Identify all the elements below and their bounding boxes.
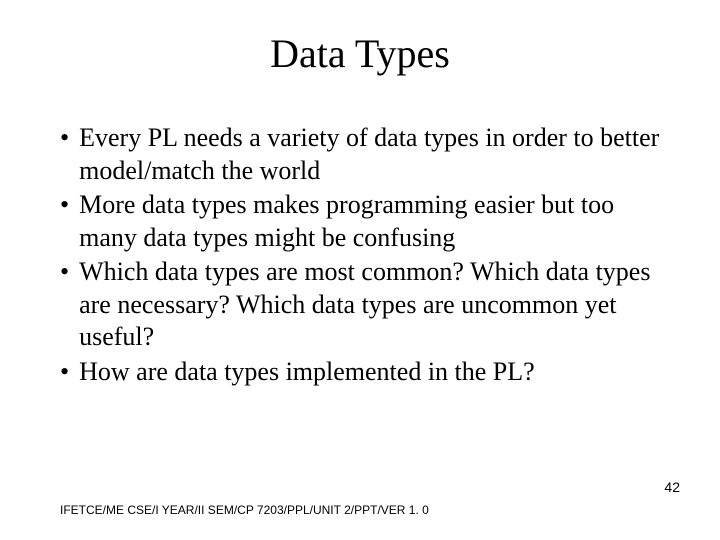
bullet-text: Which data types are most common? Which … xyxy=(79,256,660,354)
list-item: • More data types makes programming easi… xyxy=(60,189,660,254)
list-item: • How are data types implemented in the … xyxy=(60,356,660,389)
bullet-marker-icon: • xyxy=(60,189,79,254)
slide: Data Types • Every PL needs a variety of… xyxy=(0,0,720,540)
slide-title: Data Types xyxy=(60,30,660,77)
bullet-text: Every PL needs a variety of data types i… xyxy=(79,122,660,187)
bullet-marker-icon: • xyxy=(60,122,79,187)
list-item: • Every PL needs a variety of data types… xyxy=(60,122,660,187)
bullet-marker-icon: • xyxy=(60,256,79,354)
page-number: 42 xyxy=(664,479,680,495)
bullet-text: More data types makes programming easier… xyxy=(79,189,660,254)
bullet-marker-icon: • xyxy=(60,356,79,389)
bullet-list: • Every PL needs a variety of data types… xyxy=(60,122,660,388)
slide-footer: IFETCE/ME CSE/I YEAR/II SEM/CP 7203/PPL/… xyxy=(60,503,429,517)
list-item: • Which data types are most common? Whic… xyxy=(60,256,660,354)
bullet-text: How are data types implemented in the PL… xyxy=(79,356,660,389)
